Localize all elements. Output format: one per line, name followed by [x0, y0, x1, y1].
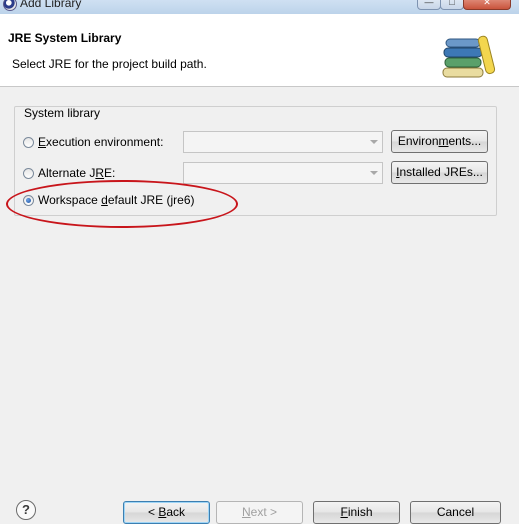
banner-title: JRE System Library	[8, 31, 122, 45]
eclipse-icon	[3, 0, 17, 11]
group-label: System library	[24, 106, 101, 120]
mnemonic: F	[340, 505, 348, 519]
label-part: ents...	[448, 134, 482, 148]
label-part: E:	[104, 166, 116, 180]
title-bar: Add Library — □ ✕	[0, 0, 519, 15]
next-button[interactable]: Next >	[216, 501, 303, 524]
environments-button[interactable]: Environments...	[391, 130, 488, 153]
mnemonic: E	[38, 135, 47, 149]
label-part: nstalled JREs...	[399, 165, 483, 179]
label-part: <	[147, 505, 159, 519]
finish-button[interactable]: Finish	[313, 501, 400, 524]
cancel-button[interactable]: Cancel	[410, 501, 501, 524]
label-part: Alternate J	[38, 166, 96, 180]
chevron-down-icon	[370, 171, 378, 175]
mnemonic: m	[438, 134, 449, 148]
annotation-ellipse	[6, 180, 238, 228]
chevron-down-icon	[370, 140, 378, 144]
banner-description: Select JRE for the project build path.	[12, 57, 207, 71]
mnemonic: R	[95, 166, 105, 180]
alternate-jre-radio[interactable]	[23, 168, 34, 179]
label-part: xecution environment:	[46, 135, 164, 149]
label-part: Environ	[397, 134, 439, 148]
minimize-button[interactable]: —	[417, 0, 441, 10]
label-part: inish	[347, 505, 373, 519]
execution-environment-label[interactable]: Execution environment:	[38, 135, 163, 149]
installed-jres-button[interactable]: Installed JREs...	[391, 161, 488, 184]
alternate-jre-label[interactable]: Alternate JRE:	[38, 166, 115, 180]
mnemonic: N	[241, 505, 251, 519]
back-button[interactable]: < Back	[123, 501, 210, 524]
close-button[interactable]: ✕	[463, 0, 511, 10]
alternate-jre-combo[interactable]	[183, 162, 383, 184]
label-part: ext >	[250, 505, 278, 519]
wizard-banner: JRE System Library Select JRE for the pr…	[0, 14, 519, 87]
execution-environment-combo[interactable]	[183, 131, 383, 153]
help-icon[interactable]: ?	[16, 500, 36, 520]
library-books-icon	[442, 35, 496, 78]
label-part: ack	[166, 505, 186, 519]
window-title: Add Library	[20, 0, 82, 10]
execution-environment-radio[interactable]	[23, 137, 34, 148]
maximize-button[interactable]: □	[440, 0, 464, 10]
